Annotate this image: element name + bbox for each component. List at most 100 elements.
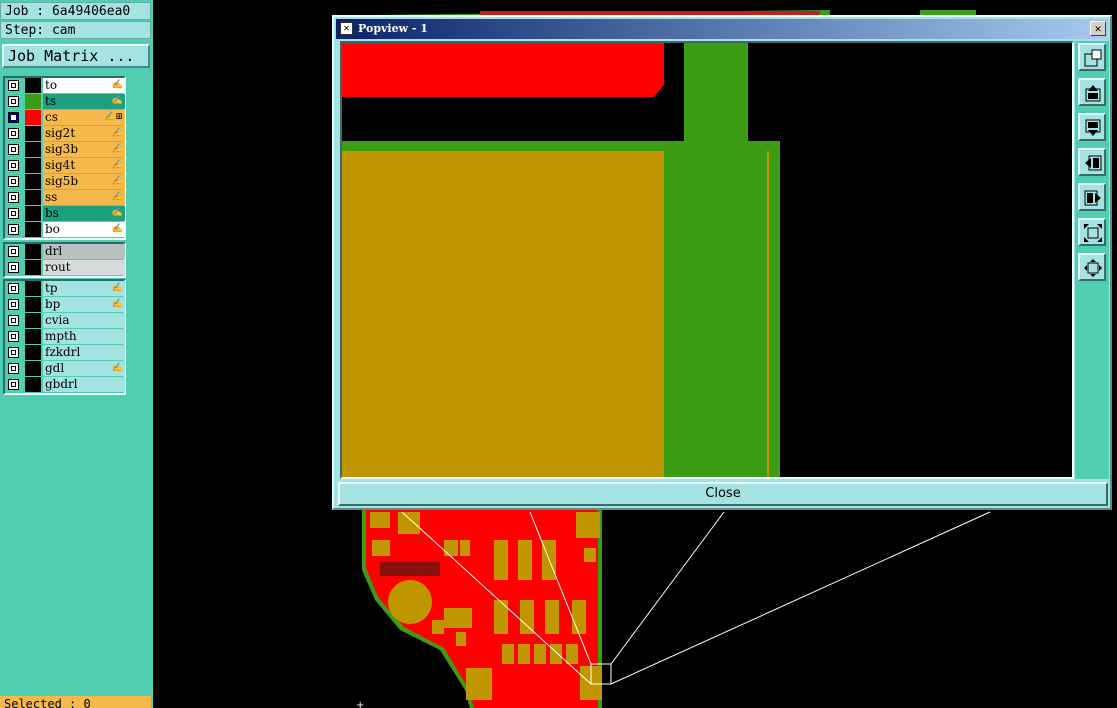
zoom-home-button[interactable] xyxy=(1078,253,1106,281)
layer-edit-icon: ✍ xyxy=(111,96,123,106)
layer-row-sig3b[interactable]: sig3b ✍ xyxy=(5,142,125,158)
pan-up-button[interactable] xyxy=(1078,78,1106,106)
layer-color-swatch[interactable] xyxy=(25,158,41,173)
layer-row-cvia[interactable]: cvia xyxy=(5,313,125,329)
layer-color-swatch[interactable] xyxy=(25,94,41,109)
layer-row-sig5b[interactable]: sig5b ✍ xyxy=(5,174,125,190)
layer-color-swatch[interactable] xyxy=(25,190,41,205)
layer-name[interactable]: sig3b ✍ xyxy=(43,142,125,157)
close-button[interactable]: Close xyxy=(338,482,1108,506)
layer-name[interactable]: drl xyxy=(43,244,125,259)
layer-row-sig4t[interactable]: sig4t ✍ xyxy=(5,158,125,174)
layer-row-bo[interactable]: bo ✍ xyxy=(5,222,125,238)
layer-name[interactable]: rout xyxy=(43,260,125,275)
layer-row-fzkdrl[interactable]: fzkdrl xyxy=(5,345,125,361)
layer-color-swatch[interactable] xyxy=(25,244,41,259)
layer-checkbox[interactable] xyxy=(8,160,19,171)
layer-row-bp[interactable]: bp ✍ xyxy=(5,297,125,313)
layer-color-swatch[interactable] xyxy=(25,377,41,392)
popview-canvas[interactable] xyxy=(340,41,1074,479)
zoom-fit-button[interactable] xyxy=(1078,218,1106,246)
pan-left-button[interactable] xyxy=(1078,148,1106,176)
layer-row-sig2t[interactable]: sig2t ✍ xyxy=(5,126,125,142)
pan-up-icon xyxy=(1085,85,1101,102)
layer-checkbox[interactable] xyxy=(8,176,19,187)
layer-name[interactable]: ss ✍ xyxy=(43,190,125,205)
layer-checkbox[interactable] xyxy=(8,224,19,235)
layer-checkbox[interactable] xyxy=(8,379,19,390)
layer-row-cs[interactable]: cs ✍⊞ xyxy=(5,110,125,126)
layer-checkbox[interactable] xyxy=(8,112,19,123)
misc-layers-list: tp ✍ bp ✍ cvia mpth fzkdrl gdl ✍ gbdrl xyxy=(3,279,126,395)
layer-checkbox[interactable] xyxy=(8,315,19,326)
pan-down-button[interactable] xyxy=(1078,113,1106,141)
layer-checkbox[interactable] xyxy=(8,246,19,257)
layer-name[interactable]: bo ✍ xyxy=(43,222,125,237)
layer-name[interactable]: to ✍ xyxy=(43,78,125,93)
layer-checkbox[interactable] xyxy=(8,331,19,342)
svg-text:+: + xyxy=(356,700,364,708)
popview-title: Popview - 1 xyxy=(358,22,428,35)
layer-row-gdl[interactable]: gdl ✍ xyxy=(5,361,125,377)
layer-name[interactable]: sig4t ✍ xyxy=(43,158,125,173)
toggle-window-button[interactable] xyxy=(1078,43,1106,71)
layer-name[interactable]: ts ✍ xyxy=(43,94,125,109)
pan-right-button[interactable] xyxy=(1078,183,1106,211)
layer-row-tp[interactable]: tp ✍ xyxy=(5,281,125,297)
window-menu-icon[interactable]: ✕ xyxy=(340,22,353,35)
layer-color-swatch[interactable] xyxy=(25,329,41,344)
layer-name[interactable]: sig5b ✍ xyxy=(43,174,125,189)
layer-color-swatch[interactable] xyxy=(25,297,41,312)
layer-name[interactable]: bp ✍ xyxy=(43,297,125,312)
layer-color-swatch[interactable] xyxy=(25,281,41,296)
layer-checkbox[interactable] xyxy=(8,363,19,374)
layer-edit-icon: ✍ xyxy=(111,144,123,154)
layer-checkbox[interactable] xyxy=(8,192,19,203)
layer-color-swatch[interactable] xyxy=(25,313,41,328)
layer-color-swatch[interactable] xyxy=(25,222,41,237)
layer-name[interactable]: bs ✍ xyxy=(43,206,125,221)
step-label: Step: cam xyxy=(0,21,151,39)
layer-row-ts[interactable]: ts ✍ xyxy=(5,94,125,110)
layer-row-bs[interactable]: bs ✍ xyxy=(5,206,125,222)
layer-color-swatch[interactable] xyxy=(25,110,41,125)
layer-checkbox[interactable] xyxy=(8,283,19,294)
layer-name[interactable]: gbdrl xyxy=(43,377,125,392)
layer-name[interactable]: sig2t ✍ xyxy=(43,126,125,141)
layer-checkbox[interactable] xyxy=(8,208,19,219)
layer-checkbox[interactable] xyxy=(8,144,19,155)
layer-color-swatch[interactable] xyxy=(25,78,41,93)
layer-edit-icon: ✍⊞ xyxy=(104,112,123,122)
job-matrix-button[interactable]: Job Matrix ... xyxy=(2,44,150,68)
layer-color-swatch[interactable] xyxy=(25,142,41,157)
layer-name[interactable]: tp ✍ xyxy=(43,281,125,296)
layer-checkbox[interactable] xyxy=(8,80,19,91)
layer-row-mpth[interactable]: mpth xyxy=(5,329,125,345)
layer-name[interactable]: gdl ✍ xyxy=(43,361,125,376)
layer-color-swatch[interactable] xyxy=(25,174,41,189)
layer-color-swatch[interactable] xyxy=(25,206,41,221)
layer-edit-icon: ✍ xyxy=(111,80,123,90)
layer-row-gbdrl[interactable]: gbdrl xyxy=(5,377,125,393)
layer-row-ss[interactable]: ss ✍ xyxy=(5,190,125,206)
layer-row-rout[interactable]: rout xyxy=(5,260,125,276)
layer-name[interactable]: cvia xyxy=(43,313,125,328)
layer-checkbox[interactable] xyxy=(8,299,19,310)
layer-checkbox[interactable] xyxy=(8,128,19,139)
layer-row-to[interactable]: to ✍ xyxy=(5,78,125,94)
layer-color-swatch[interactable] xyxy=(25,361,41,376)
layer-name[interactable]: mpth xyxy=(43,329,125,344)
selected-count: Selected : 0 xyxy=(0,696,151,708)
layer-checkbox[interactable] xyxy=(8,262,19,273)
layer-name[interactable]: cs ✍⊞ xyxy=(43,110,125,125)
layer-name[interactable]: fzkdrl xyxy=(43,345,125,360)
layer-color-swatch[interactable] xyxy=(25,260,41,275)
layer-row-drl[interactable]: drl xyxy=(5,244,125,260)
layer-checkbox[interactable] xyxy=(8,96,19,107)
layer-checkbox[interactable] xyxy=(8,347,19,358)
close-icon[interactable]: ✕ xyxy=(1090,21,1106,36)
layer-color-swatch[interactable] xyxy=(25,126,41,141)
layer-color-swatch[interactable] xyxy=(25,345,41,360)
popview-titlebar[interactable]: ✕ Popview - 1 ✕ xyxy=(336,19,1108,39)
drill-layers-list: drl rout xyxy=(3,242,126,278)
